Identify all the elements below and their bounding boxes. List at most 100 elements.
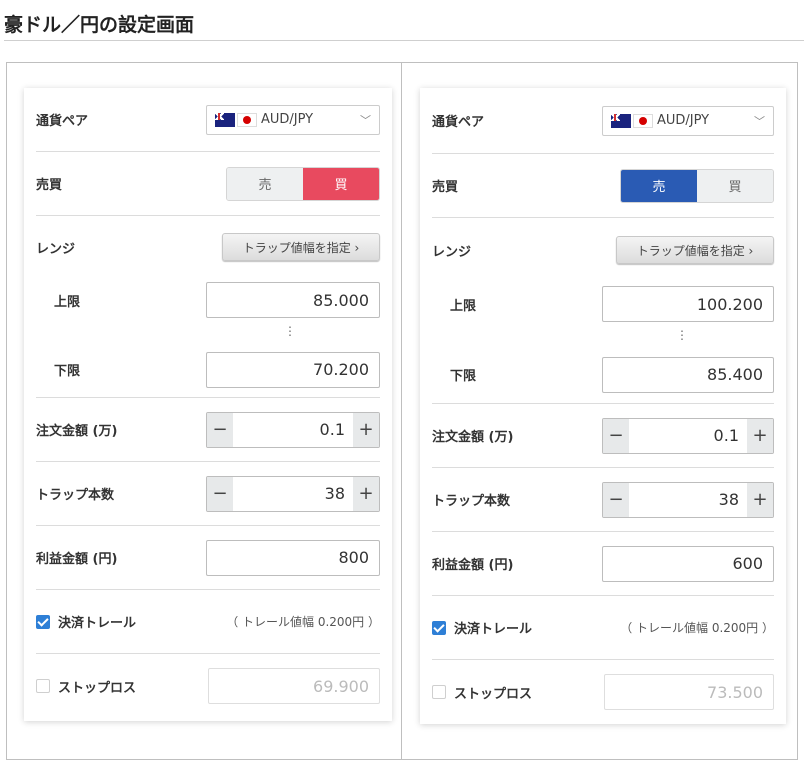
lower-input[interactable]: 85.400 <box>602 356 774 393</box>
upper-label: 上限 <box>54 294 81 310</box>
trail-width-note: （ トレール値幅 0.200円 ） <box>226 615 380 629</box>
trap-width-button[interactable]: トラップ値幅を指定 › <box>222 233 380 261</box>
trap-count-label: トラップ本数 <box>36 488 115 503</box>
japan-flag-icon <box>237 112 257 127</box>
stoploss-checkbox-wrap[interactable]: ストップロス <box>36 677 136 696</box>
buy-button[interactable]: 買 <box>697 169 773 202</box>
australia-flag-icon <box>215 112 235 127</box>
order-amount-input[interactable]: 0.1 <box>629 418 747 453</box>
currency-pair-label: 通貨ペア <box>36 114 89 129</box>
increment-button[interactable]: + <box>353 476 379 511</box>
range-dots: ⋮ <box>284 324 296 338</box>
order-amount-row: 注文金額 (万) − 0.1 + <box>36 398 380 462</box>
page-title: 豪ドル／円の設定画面 <box>4 14 195 36</box>
trail-row: 決済トレール （ トレール値幅 0.200円 ） <box>432 596 774 660</box>
trap-count-row: トラップ本数 − 38 + <box>36 462 380 526</box>
trap-count-input[interactable]: 38 <box>233 476 353 511</box>
currency-pair-value: AUD/JPY <box>261 112 314 127</box>
stoploss-label: ストップロス <box>58 680 137 696</box>
japan-flag-icon <box>633 113 653 128</box>
trail-label: 決済トレール <box>454 622 533 637</box>
increment-button[interactable]: + <box>747 418 773 453</box>
order-amount-label: 注文金額 (万) <box>432 430 514 445</box>
currency-pair-row: 通貨ペア AUD/JPY ﹀ <box>36 88 380 152</box>
chevron-down-icon: ﹀ <box>360 113 371 127</box>
order-amount-label: 注文金額 (万) <box>36 424 118 439</box>
trap-width-button[interactable]: トラップ値幅を指定 › <box>616 236 774 264</box>
decrement-button[interactable]: − <box>603 418 629 453</box>
upper-input[interactable]: 100.200 <box>602 286 774 322</box>
range-dots-row: ⋮ <box>36 322 380 342</box>
chevron-down-icon: ﹀ <box>754 114 765 128</box>
sell-button[interactable]: 売 <box>227 167 303 200</box>
trap-count-label: トラップ本数 <box>432 494 511 509</box>
side-toggle: 売 買 <box>226 166 380 201</box>
trap-count-row: トラップ本数 − 38 + <box>432 468 774 532</box>
profit-row: 利益金額 (円) 800 <box>36 526 380 590</box>
currency-pair-select[interactable]: AUD/JPY ﹀ <box>602 105 774 136</box>
side-row: 売買 売 買 <box>432 154 774 218</box>
currency-pair-select[interactable]: AUD/JPY ﹀ <box>206 104 380 135</box>
lower-row: 下限 70.200 <box>36 342 380 398</box>
range-label: レンジ <box>36 241 76 257</box>
lower-row: 下限 85.400 <box>432 346 774 404</box>
side-row: 売買 売 買 <box>36 152 380 216</box>
profit-row: 利益金額 (円) 600 <box>432 532 774 596</box>
decrement-button[interactable]: − <box>207 412 233 447</box>
currency-pair-value: AUD/JPY <box>657 113 710 128</box>
column-divider <box>401 62 402 760</box>
range-row: レンジ トラップ値幅を指定 › <box>36 216 380 278</box>
lower-label: 下限 <box>54 364 81 379</box>
upper-label: 上限 <box>450 298 477 314</box>
side-label: 売買 <box>432 180 459 195</box>
stoploss-checkbox[interactable] <box>432 685 446 699</box>
side-toggle: 売 買 <box>620 168 774 203</box>
profit-label: 利益金額 (円) <box>432 558 514 573</box>
stoploss-row: ストップロス 73.500 <box>432 660 774 724</box>
upper-row: 上限 100.200 <box>432 282 774 326</box>
increment-button[interactable]: + <box>353 412 379 447</box>
range-label: レンジ <box>432 244 472 260</box>
australia-flag-icon <box>611 113 631 128</box>
order-amount-input[interactable]: 0.1 <box>233 412 353 447</box>
buy-button[interactable]: 買 <box>303 167 379 200</box>
stoploss-checkbox-wrap[interactable]: ストップロス <box>432 683 532 702</box>
trail-checkbox-wrap[interactable]: 決済トレール <box>36 612 136 631</box>
decrement-button[interactable]: − <box>603 482 629 517</box>
trail-row: 決済トレール （ トレール値幅 0.200円 ） <box>36 590 380 654</box>
trap-count-stepper: − 38 + <box>602 481 774 518</box>
lower-input[interactable]: 70.200 <box>206 351 380 388</box>
trap-count-input[interactable]: 38 <box>629 482 747 517</box>
trap-count-stepper: − 38 + <box>206 475 380 512</box>
profit-label: 利益金額 (円) <box>36 552 118 567</box>
range-dots: ⋮ <box>676 328 688 342</box>
range-dots-row: ⋮ <box>432 326 774 346</box>
stoploss-row: ストップロス 69.900 <box>36 654 380 718</box>
order-amount-stepper: − 0.1 + <box>206 411 380 448</box>
currency-pair-row: 通貨ペア AUD/JPY ﹀ <box>432 88 774 154</box>
trail-width-note: （ トレール値幅 0.200円 ） <box>620 621 774 635</box>
stoploss-checkbox[interactable] <box>36 679 50 693</box>
profit-input[interactable]: 800 <box>206 539 380 576</box>
trail-checkbox[interactable] <box>36 614 50 629</box>
trail-checkbox-wrap[interactable]: 決済トレール <box>432 618 532 637</box>
settings-panel-left: 通貨ペア AUD/JPY ﹀ 売買 売 買 レンジ トラップ値幅を指定 › 上限… <box>24 88 392 721</box>
order-amount-stepper: − 0.1 + <box>602 417 774 454</box>
stoploss-input[interactable]: 73.500 <box>604 674 774 710</box>
increment-button[interactable]: + <box>747 482 773 517</box>
title-divider <box>4 40 804 41</box>
upper-input[interactable]: 85.000 <box>206 282 380 318</box>
order-amount-row: 注文金額 (万) − 0.1 + <box>432 404 774 468</box>
sell-button[interactable]: 売 <box>621 169 697 202</box>
trail-checkbox[interactable] <box>432 620 446 635</box>
profit-input[interactable]: 600 <box>602 545 774 582</box>
stoploss-input[interactable]: 69.900 <box>208 668 380 704</box>
currency-pair-label: 通貨ペア <box>432 115 485 130</box>
upper-row: 上限 85.000 <box>36 278 380 322</box>
trail-label: 決済トレール <box>58 616 137 631</box>
side-label: 売買 <box>36 178 63 193</box>
decrement-button[interactable]: − <box>207 476 233 511</box>
range-row: レンジ トラップ値幅を指定 › <box>432 218 774 282</box>
lower-label: 下限 <box>450 369 477 384</box>
stoploss-label: ストップロス <box>454 686 533 702</box>
